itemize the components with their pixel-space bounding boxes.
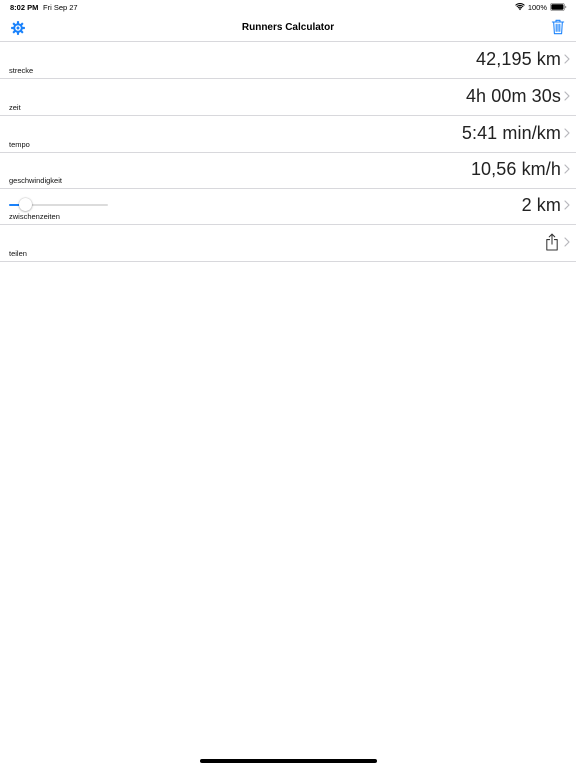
geschwindigkeit-value: 10,56 km/h [470, 159, 561, 179]
status-date: Fri Sep 27 [43, 3, 78, 12]
row-zeit[interactable]: 4h 00m 30s zeit [0, 79, 576, 116]
row-teilen[interactable]: teilen [0, 225, 576, 262]
strecke-value: 42,195 km [476, 49, 561, 69]
chevron-right-icon [564, 128, 570, 138]
geschwindigkeit-label: geschwindigkeit [9, 176, 62, 185]
page-title: Runners Calculator [241, 22, 335, 33]
trash-icon[interactable] [551, 19, 565, 35]
slider-thumb[interactable] [19, 198, 33, 211]
wifi-icon [515, 3, 525, 11]
zwischenzeiten-label: zwischenzeiten [9, 212, 60, 221]
split-interval-slider[interactable] [9, 198, 108, 212]
zeit-label: zeit [9, 103, 21, 112]
chevron-right-icon [564, 237, 570, 247]
teilen-label: teilen [9, 249, 27, 258]
chevron-right-icon [564, 91, 570, 101]
zwischenzeiten-value: 2 km [521, 195, 561, 215]
share-icon[interactable] [545, 233, 559, 251]
chevron-right-icon [564, 54, 570, 64]
tempo-label: tempo [9, 140, 30, 149]
chevron-right-icon [564, 200, 570, 210]
home-indicator[interactable] [200, 759, 377, 763]
zeit-value: 4h 00m 30s [465, 86, 561, 106]
row-tempo[interactable]: 5:41 min/km tempo [0, 116, 576, 153]
battery-percent: 100% [527, 2, 547, 12]
row-zwischenzeiten[interactable]: 2 km zwischenzeiten [0, 188, 576, 225]
row-strecke[interactable]: 42,195 km strecke [0, 42, 576, 79]
tempo-value: 5:41 min/km [461, 123, 561, 143]
battery-icon [550, 3, 567, 11]
status-time: 8:02 PM [10, 3, 39, 12]
navigation-bar: Runners Calculator [0, 14, 576, 42]
row-geschwindigkeit[interactable]: 10,56 km/h geschwindigkeit [0, 152, 576, 189]
strecke-label: strecke [9, 66, 34, 75]
status-bar: 8:02 PM Fri Sep 27 100% [0, 0, 576, 14]
chevron-right-icon [564, 164, 570, 174]
status-right: 100% [515, 2, 567, 12]
